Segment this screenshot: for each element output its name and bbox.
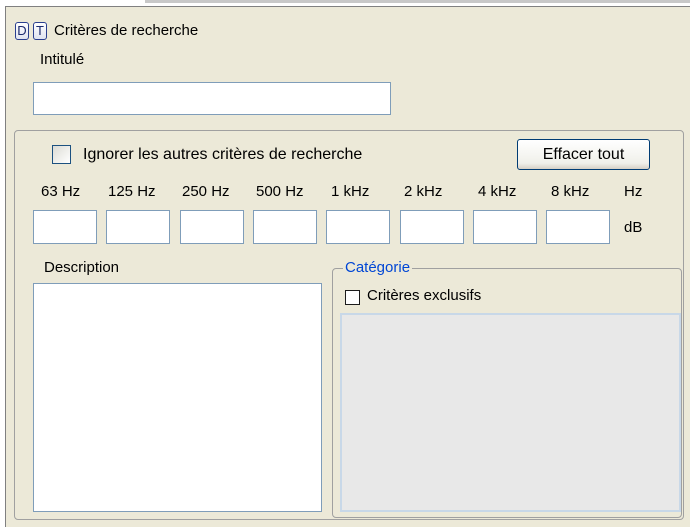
freq-label-500: 500 Hz: [256, 183, 304, 200]
db-input-2k[interactable]: [400, 210, 464, 244]
db-input-500[interactable]: [253, 210, 317, 244]
db-input-63[interactable]: [33, 210, 97, 244]
freq-label-4k: 4 kHz: [478, 183, 517, 200]
freq-label-125: 125 Hz: [108, 183, 156, 200]
db-input-4k[interactable]: [473, 210, 537, 244]
hz-unit-label: Hz: [624, 183, 643, 200]
exclusive-label: Critères exclusifs: [367, 287, 482, 304]
db-input-8k[interactable]: [546, 210, 610, 244]
top-edge-line: [145, 0, 690, 3]
db-input-125[interactable]: [106, 210, 170, 244]
panel-title: Critères de recherche: [54, 22, 199, 39]
db-input-250[interactable]: [180, 210, 244, 244]
intitule-label: Intitulé: [40, 51, 85, 68]
t-button[interactable]: T: [33, 22, 47, 40]
exclusive-checkbox[interactable]: [345, 290, 360, 305]
db-input-1k[interactable]: [326, 210, 390, 244]
freq-label-1k: 1 kHz: [331, 183, 370, 200]
db-unit-label: dB: [624, 219, 643, 236]
freq-label-8k: 8 kHz: [551, 183, 590, 200]
intitule-input[interactable]: [33, 82, 391, 115]
category-list[interactable]: [340, 313, 681, 512]
ignore-label: Ignorer les autres critères de recherche: [83, 146, 363, 163]
description-label: Description: [44, 259, 120, 276]
category-legend: Catégorie: [343, 259, 413, 276]
freq-label-63: 63 Hz: [41, 183, 81, 200]
d-button[interactable]: D: [15, 22, 29, 40]
ignore-checkbox[interactable]: [52, 145, 71, 164]
freq-label-2k: 2 kHz: [404, 183, 443, 200]
freq-label-250: 250 Hz: [182, 183, 230, 200]
clear-all-button[interactable]: Effacer tout: [517, 139, 650, 170]
description-textarea[interactable]: [33, 283, 322, 512]
